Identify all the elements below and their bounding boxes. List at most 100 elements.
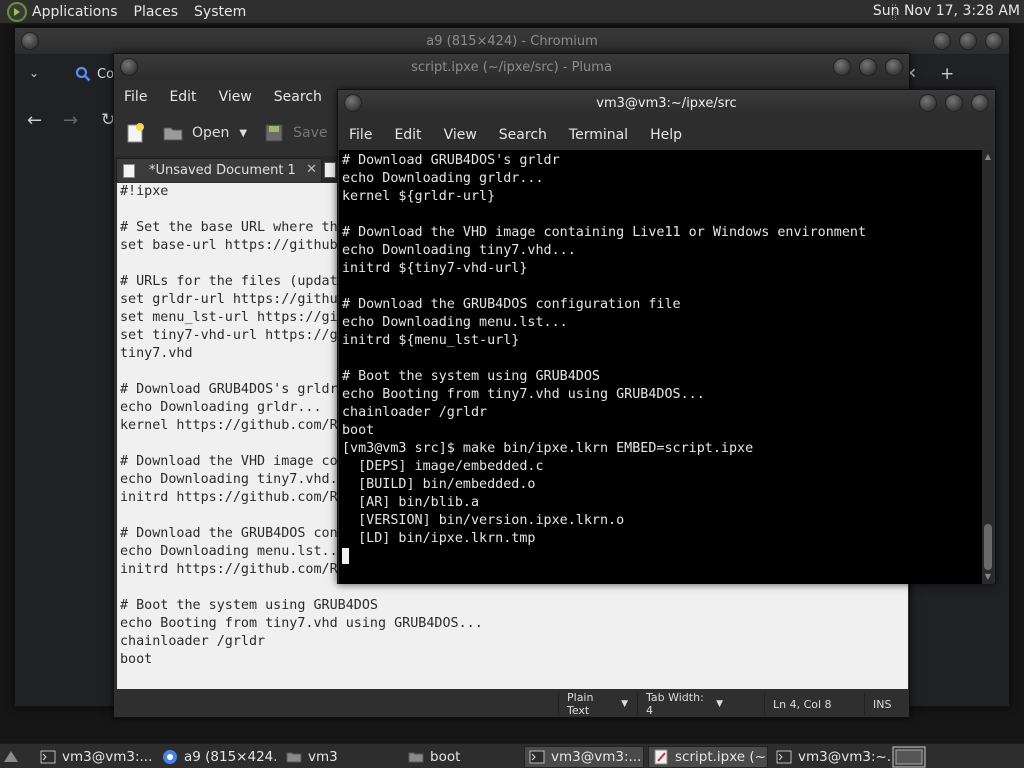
menu-view[interactable]: View [444,127,477,143]
taskbar-item[interactable]: vm3@vm3:~... [772,746,890,768]
taskbar-item[interactable]: vm3@vm3:... [36,746,154,768]
minimize-button[interactable] [933,32,951,50]
bottom-panel: vm3@vm3:... a9 (815×424... vm3 boot vm3@vm3:… [0,743,1024,768]
pluma-titlebar[interactable]: script.ipxe (~/ipxe/src) - Pluma [114,54,909,80]
tab-search-chevron-icon[interactable]: ⌄ [29,66,39,80]
terminal-line: # Download the GRUB4DOS configuration fi… [342,297,681,312]
terminal-line: initrd ${tiny7-vhd-url} [342,261,528,276]
new-tab-icon[interactable]: + [940,64,954,84]
editor-line: echo Booting from tiny7.vhd using GRUB4D… [120,616,483,631]
terminal-line: [VERSION] bin/version.ipxe.lkrn.o [342,513,625,528]
terminal-line: # Download GRUB4DOS's grldr [342,153,560,168]
scrollbar-thumb[interactable] [984,524,992,570]
taskbar-item[interactable]: vm3@vm3:... [524,746,644,768]
clock[interactable]: Sun Nov 17, 3:28 AM [873,3,1020,19]
document-icon [123,163,135,178]
system-menu[interactable]: System [194,4,246,20]
terminal-line: echo Downloading menu.lst... [342,315,568,330]
top-panel: Applications Places System Sun Nov 17, 3… [0,0,1024,24]
open-dropdown-icon[interactable]: ▼ [239,128,247,139]
menu-edit[interactable]: Edit [394,127,421,143]
new-document-icon[interactable] [124,122,146,144]
tab-close-icon[interactable]: ✕ [306,162,317,177]
terminal-line: initrd ${menu_lst-url} [342,333,520,348]
cursor-position: Ln 4, Col 8 [764,693,844,715]
terminal-title: vm3@vm3:~/ipxe/src [596,95,737,111]
window-menu-button[interactable] [21,32,39,50]
show-desktop-icon[interactable] [2,748,20,766]
terminal-titlebar[interactable]: vm3@vm3:~/ipxe/src [338,90,995,116]
window-menu-button[interactable] [120,58,138,76]
save-button[interactable]: Save [293,125,327,141]
terminal-cursor [342,548,349,564]
terminal-window[interactable]: vm3@vm3:~/ipxe/src File Edit View Search… [337,89,996,584]
taskbar-item-label: script.ipxe (~... [675,749,767,765]
window-menu-button[interactable] [344,94,362,112]
save-icon[interactable] [263,122,285,144]
terminal-line: echo Booting from tiny7.vhd using GRUB4D… [342,387,705,402]
terminal-screen[interactable]: # Download GRUB4DOS's grldr echo Download… [339,150,984,584]
dropdown-icon: ▼ [621,699,628,709]
terminal-line: [vm3@vm3 src]$ make bin/ipxe.lkrn EMBED=… [342,441,754,456]
open-button[interactable]: Open [192,125,229,141]
terminal-line: [DEPS] image/embedded.c [342,459,544,474]
taskbar-item[interactable]: vm3 [282,746,400,768]
menu-file[interactable]: File [349,127,372,143]
terminal-line: [LD] bin/ipxe.lkrn.tmp [342,531,536,546]
terminal-line: # Boot the system using GRUB4DOS [342,369,600,384]
editor-line: chainloader /grldr [120,634,266,649]
maximize-button[interactable] [945,94,963,112]
close-button[interactable] [971,94,989,112]
terminal-menubar: File Edit View Search Terminal Help [338,120,995,150]
menu-search[interactable]: Search [274,89,322,105]
terminal-line: echo Downloading tiny7.vhd... [342,243,576,258]
places-menu[interactable]: Places [134,4,179,20]
second-document-tab[interactable] [324,162,336,178]
terminal-icon [776,750,792,764]
menu-file[interactable]: File [124,89,147,105]
close-button[interactable] [885,58,903,76]
menu-help[interactable]: Help [650,127,682,143]
chromium-icon [163,750,177,764]
scroll-up-icon[interactable]: ▲ [983,152,993,162]
taskbar-item-label: vm3@vm3:~... [798,749,890,765]
maximize-button[interactable] [959,32,977,50]
terminal-scrollbar[interactable]: ▲ ▼ [982,150,994,584]
terminal-line: chainloader /grldr [342,405,488,420]
scroll-down-icon[interactable]: ▼ [983,572,993,582]
forward-arrow-icon[interactable]: → [63,110,78,131]
close-button[interactable] [985,32,1003,50]
folder-icon [408,752,424,763]
menu-search[interactable]: Search [499,127,547,143]
editor-line: # Boot the system using GRUB4DOS [120,598,378,613]
editor-line: boot [120,652,153,667]
maximize-button[interactable] [859,58,877,76]
terminal-cursor-line [339,548,984,566]
tab-width-selector[interactable]: Tab Width: 4 ▼ [637,691,731,717]
minimize-button[interactable] [833,58,851,76]
taskbar-item[interactable]: script.ipxe (~... [648,746,768,768]
syntax-label: Plain Text [567,691,594,717]
document-tab-label: *Unsaved Document 1 [149,163,296,178]
applications-menu[interactable]: Applications [32,4,118,20]
menu-edit[interactable]: Edit [169,89,196,105]
minimize-button[interactable] [919,94,937,112]
open-folder-icon[interactable] [162,122,184,144]
tab-width-label: Tab Width: 4 [646,691,704,717]
chromium-titlebar[interactable]: a9 (815×424) - Chromium [15,28,1009,54]
menu-view[interactable]: View [219,89,252,105]
terminal-icon [529,750,545,764]
workspace-switcher-icon[interactable] [892,746,926,768]
back-arrow-icon[interactable]: ← [27,110,42,131]
dropdown-icon: ▼ [716,699,723,709]
document-tab[interactable]: *Unsaved Document 1 ✕ [116,158,322,182]
terminal-line: echo Downloading grldr... [342,171,544,186]
taskbar-item[interactable]: boot [404,746,522,768]
syntax-selector[interactable]: Plain Text ▼ [558,691,636,717]
taskbar-item[interactable]: a9 (815×424... [158,746,276,768]
menu-terminal[interactable]: Terminal [569,127,628,143]
mate-logo-icon[interactable] [7,1,27,22]
